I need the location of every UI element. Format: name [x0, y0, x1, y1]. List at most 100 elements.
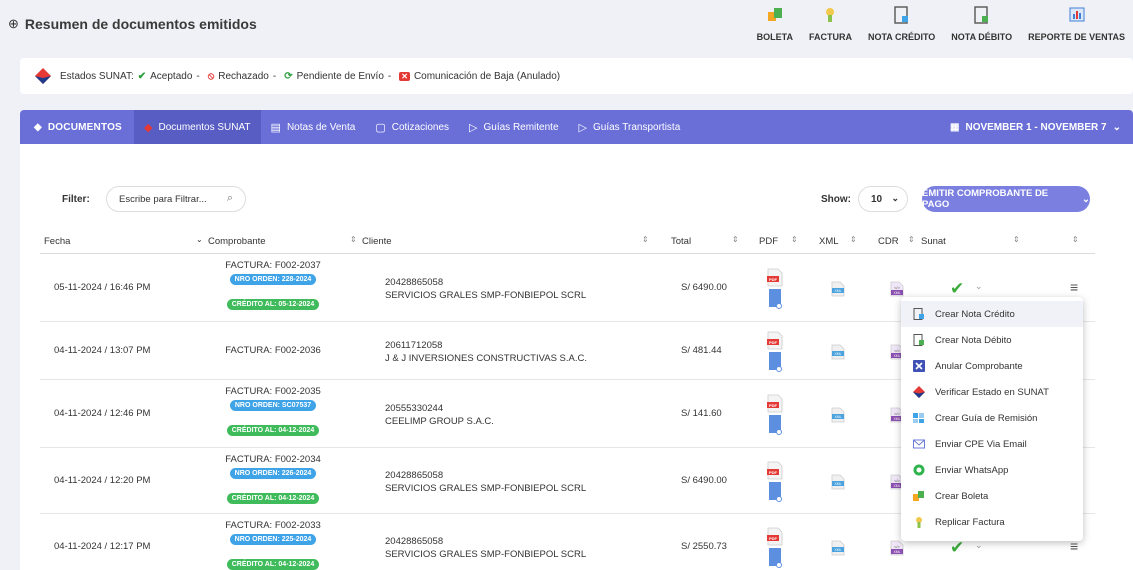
cdr-code-label: </> — [894, 478, 900, 483]
pdf-label: PDF — [769, 470, 778, 475]
col-sunat[interactable]: Sunat — [921, 236, 946, 247]
reporte-ventas-button[interactable]: REPORTE DE VENTAS — [1020, 6, 1133, 42]
row-actions-menu-icon[interactable]: ≡ — [1070, 279, 1078, 295]
cliente-cell: 20428865058 SERVICIOS GRALES SMP-FONBIEPO… — [385, 470, 586, 494]
comprobante-number: FACTURA: F002-2034 — [225, 454, 321, 465]
emit-comprobante-button[interactable]: EMITIR COMPROBANTE DE PAGO ⌄ — [922, 186, 1090, 212]
xml-download-icon[interactable]: XML — [831, 344, 845, 360]
menu-enviar-email[interactable]: Enviar CPE Via Email — [901, 431, 1083, 457]
back-circle-icon[interactable]: ⊕ — [8, 16, 19, 32]
cliente-cell: 20428865058 SERVICIOS GRALES SMP-FONBIEPO… — [385, 536, 586, 560]
cdr-xml-label: XML — [894, 484, 901, 488]
cliente-name: J & J INVERSIONES CONSTRUCTIVAS S.A.C. — [385, 353, 587, 364]
page-title: ⊕ Resumen de documentos emitidos — [8, 16, 257, 32]
pdf-download-icon[interactable]: PDF — [767, 331, 783, 373]
report-icon — [1069, 7, 1085, 22]
col-comprobante[interactable]: Comprobante — [208, 236, 266, 247]
cliente-ruc: 20428865058 — [385, 536, 444, 547]
xml-download-icon[interactable]: XML — [831, 540, 845, 556]
whatsapp-icon — [913, 464, 925, 476]
factura-icon — [826, 8, 835, 22]
col-cliente[interactable]: Cliente — [362, 236, 392, 247]
orden-badge: NRO ORDEN: 225-2024 — [229, 534, 317, 545]
comprobante-cell: FACTURA: F002-2035 NRO ORDEN: SC07537 CRÉD… — [218, 386, 328, 436]
sort-icon[interactable]: ⇕ — [1072, 235, 1079, 244]
col-xml[interactable]: XML — [819, 236, 839, 247]
menu-enviar-whatsapp[interactable]: Enviar WhatsApp — [901, 457, 1083, 483]
col-cdr[interactable]: CDR — [878, 236, 899, 247]
col-pdf[interactable]: PDF — [759, 236, 778, 247]
col-total[interactable]: Total — [671, 236, 691, 247]
sort-icon[interactable]: ⇕ — [732, 235, 739, 244]
sort-icon[interactable]: ⇕ — [642, 235, 649, 244]
total-cell: S/ 141.60 — [681, 408, 722, 419]
col-fecha[interactable]: Fecha — [44, 236, 70, 247]
sort-icon[interactable]: ⇕ — [791, 235, 798, 244]
xml-download-icon[interactable]: XML — [831, 407, 845, 423]
menu-anular-comprobante[interactable]: Anular Comprobante — [901, 353, 1083, 379]
sort-icon[interactable]: ⇕ — [850, 235, 857, 244]
credito-badge: CRÉDITO AL: 04-12-2024 — [226, 425, 320, 436]
list-icon: ▤ — [270, 121, 281, 134]
credito-badge: CRÉDITO AL: 04-12-2024 — [226, 493, 320, 504]
pdf-label: PDF — [769, 536, 778, 541]
nota-debito-icon — [974, 6, 988, 24]
menu-verificar-sunat[interactable]: Verificar Estado en SUNAT — [901, 379, 1083, 405]
menu-crear-nota-credito[interactable]: Crear Nota Crédito — [901, 301, 1083, 327]
cliente-ruc: 20428865058 — [385, 470, 444, 481]
cdr-xml-label: XML — [894, 291, 901, 295]
sort-icon[interactable]: ⇕ — [1013, 235, 1020, 244]
sort-desc-icon[interactable]: ⌄ — [196, 235, 203, 244]
anular-icon — [913, 360, 925, 372]
xml-download-icon[interactable]: XML — [831, 474, 845, 490]
nota-credito-icon — [913, 308, 924, 320]
anulado-icon: ✕ — [399, 71, 410, 81]
rejected-icon: ⦸ — [207, 70, 215, 82]
sort-icon[interactable]: ⇕ — [350, 235, 357, 244]
search-icon: ⌕ — [226, 192, 233, 204]
menu-crear-boleta[interactable]: Crear Boleta — [901, 483, 1083, 509]
credito-badge: CRÉDITO AL: 04-12-2024 — [226, 559, 320, 570]
pdf-download-icon[interactable]: PDF — [767, 394, 783, 436]
boleta-button[interactable]: BOLETA — [749, 6, 801, 42]
cliente-ruc: 20555330244 — [385, 403, 444, 414]
menu-replicar-factura[interactable]: Replicar Factura — [901, 509, 1083, 535]
check-icon: ✔ — [137, 70, 147, 82]
fecha-cell: 05-11-2024 / 16:46 PM — [54, 282, 151, 293]
pdf-download-icon[interactable]: PDF — [767, 461, 783, 503]
sort-icon[interactable]: ⇕ — [908, 235, 915, 244]
pdf-download-icon[interactable]: PDF — [767, 527, 783, 569]
calendar-icon: ▦ — [950, 121, 960, 133]
factura-button[interactable]: FACTURA — [801, 6, 860, 42]
tab-guias-remitente[interactable]: ▷ Guías Remitente — [459, 110, 569, 144]
xml-download-icon[interactable]: XML — [831, 281, 845, 297]
cdr-download-icon[interactable]: </> XML — [890, 540, 904, 556]
chevron-down-icon: ⌄ — [891, 193, 899, 203]
cdr-xml-label: XML — [894, 550, 901, 554]
nota-credito-button[interactable]: NOTA CRÉDITO — [860, 6, 943, 42]
menu-crear-guia[interactable]: Crear Guía de Remisión — [901, 405, 1083, 431]
tab-documentos-sunat[interactable]: ◆ Documentos SUNAT — [134, 110, 261, 144]
pdf-download-icon[interactable]: PDF — [767, 268, 783, 310]
cdr-download-icon[interactable]: </> XML — [890, 281, 904, 297]
cliente-name: SERVICIOS GRALES SMP-FONBIEPOL SCRL — [385, 290, 587, 301]
search-input[interactable]: Escribe para Filtrar... ⌕ — [106, 186, 246, 212]
table-toolbar: Filter: Escribe para Filtrar... ⌕ Show: … — [62, 186, 1090, 212]
chevron-down-icon[interactable]: ⌄ — [975, 540, 983, 551]
chevron-down-icon[interactable]: ⌄ — [975, 281, 983, 292]
documents-icon: ◆ — [34, 121, 42, 133]
menu-crear-nota-debito[interactable]: Crear Nota Débito — [901, 327, 1083, 353]
xml-label: XML — [835, 482, 842, 486]
tab-notas-venta[interactable]: ▤ Notas de Venta — [261, 110, 366, 144]
factura-icon — [916, 517, 922, 528]
page-size-select[interactable]: 10 ⌄ — [858, 186, 908, 212]
chevron-down-icon: ⌄ — [1082, 193, 1090, 205]
tab-cotizaciones[interactable]: ▢ Cotizaciones — [365, 110, 459, 144]
xml-label: XML — [835, 352, 842, 356]
nota-debito-button[interactable]: NOTA DÉBITO — [943, 6, 1020, 42]
cliente-name: CEELIMP GROUP S.A.C. — [385, 416, 494, 427]
cdr-code-label: </> — [894, 411, 900, 416]
page-header: ⊕ Resumen de documentos emitidos BOLETA … — [0, 0, 1133, 56]
date-range-picker[interactable]: ▦ NOVEMBER 1 - NOVEMBER 7 ⌄ — [950, 110, 1121, 144]
tab-guias-transportista[interactable]: ▷ Guías Transportista — [569, 110, 691, 144]
